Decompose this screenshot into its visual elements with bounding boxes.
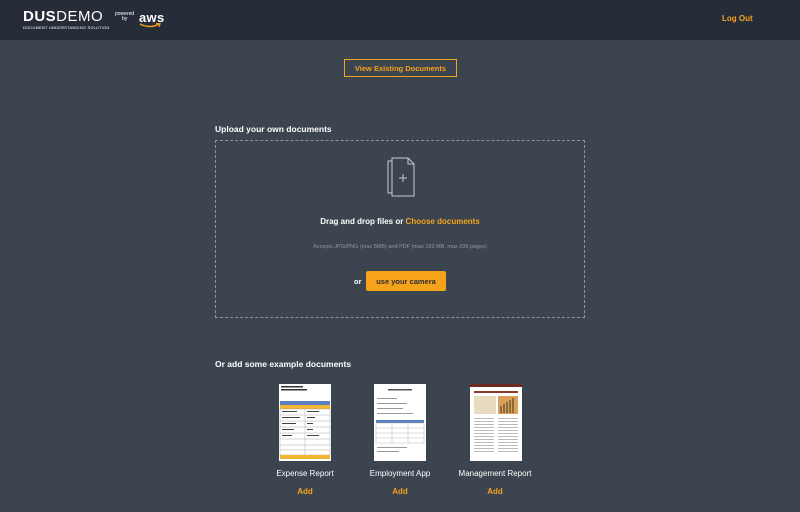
logo-title: DUSDEMO: [23, 9, 103, 25]
management-report-preview: [470, 384, 522, 461]
aws-smile-icon: [139, 23, 161, 28]
add-employment-app-link[interactable]: Add: [350, 487, 450, 496]
expense-report-preview: [279, 384, 331, 461]
accepted-formats-note: Accepts JPG/PNG (max 5MB) and PDF (max 1…: [313, 244, 487, 250]
logo-demo: DEMO: [56, 8, 104, 25]
employment-app-thumbnail[interactable]: [374, 384, 426, 461]
use-camera-button[interactable]: use your camera: [366, 271, 446, 291]
expense-report-thumbnail[interactable]: [279, 384, 331, 461]
drag-drop-instructions: Drag and drop files or Choose documents: [216, 217, 584, 226]
example-label-management-report: Management Report: [458, 469, 532, 478]
example-label-expense-report: Expense Report: [276, 469, 334, 478]
or-label: or: [354, 277, 362, 286]
view-existing-documents-button[interactable]: View Existing Documents: [344, 59, 457, 77]
file-upload-icon: [387, 157, 415, 197]
management-report-thumbnail[interactable]: [470, 384, 522, 461]
example-label-employment-app: Employment App: [369, 469, 431, 478]
logo-dus: DUS: [23, 8, 57, 25]
by-line: by: [121, 16, 128, 22]
add-management-report-link[interactable]: Add: [445, 487, 545, 496]
drag-drop-text: Drag and drop files or: [320, 217, 406, 226]
examples-heading: Or add some example documents: [215, 359, 352, 369]
upload-heading: Upload your own documents: [215, 124, 332, 134]
logo-subtitle: DOCUMENT UNDERSTANDING SOLUTION: [23, 25, 110, 30]
choose-documents-link[interactable]: Choose documents: [406, 217, 480, 226]
add-expense-report-link[interactable]: Add: [255, 487, 355, 496]
powered-by-label: powered by: [115, 12, 134, 22]
employment-app-preview: [374, 384, 426, 461]
top-bar: DUSDEMO DOCUMENT UNDERSTANDING SOLUTION …: [0, 0, 800, 40]
logout-link[interactable]: Log Out: [722, 14, 753, 23]
file-dropzone[interactable]: Drag and drop files or Choose documents …: [215, 140, 585, 318]
